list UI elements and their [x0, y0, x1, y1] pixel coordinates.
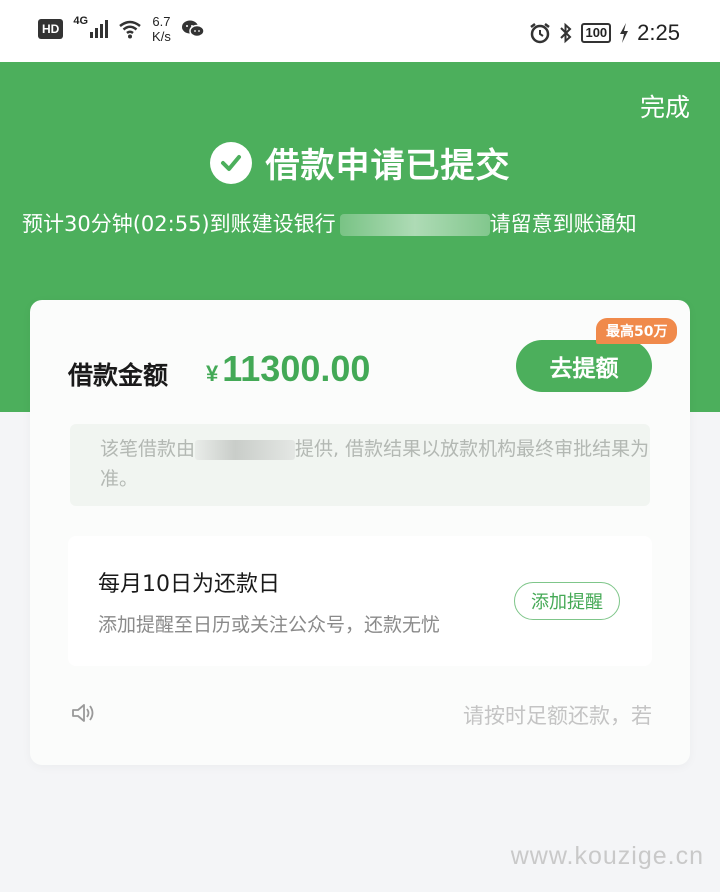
announcement-ticker: 请按时足额还款，若 — [463, 704, 652, 728]
bluetooth-icon — [560, 22, 572, 44]
redacted-lender — [195, 439, 296, 460]
alarm-icon — [530, 23, 551, 44]
amount-number: 11300.00 — [222, 348, 371, 389]
max-limit-badge: 最高50万 — [596, 318, 678, 344]
amount-label: 借款金额 — [68, 361, 169, 390]
clock: 2:25 — [637, 20, 680, 45]
watermark: www.kouzige.cn — [510, 842, 704, 870]
status-bar-right: 100 2:25 — [529, 20, 680, 46]
status-bar: HD 4G 6.7 K/s 100 2:25 — [0, 0, 720, 62]
wechat-icon — [181, 20, 205, 38]
loan-amount: ¥11300.00 — [206, 348, 370, 390]
redacted-account — [339, 214, 490, 236]
network-type: 4G — [73, 15, 89, 27]
net-speed-value: 6.7 — [152, 14, 171, 29]
screen: HD 4G 6.7 K/s 100 2:25 完成 借款申请已提交 预计30分钟… — [0, 0, 720, 892]
net-speed: 6.7 K/s — [152, 14, 171, 44]
lender-notice-prefix: 该笔借款由 — [100, 438, 196, 460]
add-reminder-button[interactable]: 添加提醒 — [514, 582, 620, 620]
arrival-notice: 预计30分钟(02:55)到账建设银行 请留意到账通知 — [22, 208, 712, 238]
loan-card: 借款金额 ¥11300.00 去提额 最高50万 该笔借款由 提供, 借款结果以放… — [30, 300, 690, 765]
repayment-reminder-panel: 每月10日为还款日 添加提醒至日历或关注公众号，还款无忧 添加提醒 — [68, 536, 652, 666]
repayment-day-title: 每月10日为还款日 — [98, 572, 280, 597]
hd-badge: HD — [38, 19, 64, 39]
charging-icon — [620, 23, 629, 43]
status-bar-left: HD 4G 6.7 K/s — [38, 14, 205, 44]
wifi-icon — [119, 20, 141, 39]
currency-symbol: ¥ — [206, 361, 219, 386]
speaker-icon — [72, 704, 94, 722]
page-title: 借款申请已提交 — [265, 146, 511, 186]
arrival-notice-suffix: 请留意到账通知 — [489, 212, 637, 236]
done-button[interactable]: 完成 — [640, 88, 690, 124]
battery-indicator: 100 — [581, 23, 612, 43]
signal-icon — [90, 20, 109, 38]
arrival-notice-prefix: 预计30分钟(02:55)到账建设银行 — [22, 212, 336, 236]
net-speed-unit: K/s — [152, 29, 171, 44]
page-title-row: 借款申请已提交 — [0, 138, 720, 187]
raise-limit-button[interactable]: 去提额 — [516, 340, 652, 392]
check-circle-icon — [209, 141, 252, 184]
repayment-day-desc: 添加提醒至日历或关注公众号，还款无忧 — [98, 614, 441, 636]
lender-notice: 该笔借款由 提供, 借款结果以放款机构最终审批结果为准。 — [70, 424, 650, 506]
